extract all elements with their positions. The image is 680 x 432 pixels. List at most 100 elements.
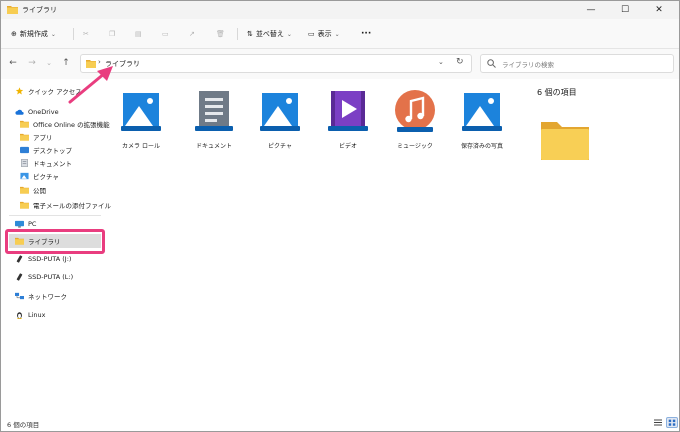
documents-library-icon [193, 89, 235, 135]
camera-roll-library-icon [120, 89, 162, 135]
copy-button[interactable]: ❐ [109, 26, 115, 42]
details-pane: 6 個の項目 [527, 79, 679, 415]
sidebar-item-label: ピクチャ [33, 173, 59, 181]
sidebar-item-documents[interactable]: ドキュメント [20, 156, 72, 170]
back-button[interactable]: ← [7, 57, 19, 69]
status-bar: 6 個の項目 [1, 415, 679, 431]
library-item-videos[interactable]: ビデオ [318, 89, 378, 150]
folder-icon [539, 118, 591, 164]
sidebar-item-label: OneDrive [28, 108, 59, 116]
share-button[interactable]: ↗ [189, 26, 195, 42]
network-icon [15, 292, 24, 300]
library-label: ミュージック [397, 143, 433, 150]
plus-circle-icon: ⊕ [11, 30, 17, 38]
address-history-dropdown[interactable]: ⌄ [438, 58, 444, 66]
sidebar-item-label: 電子メールの添付ファイル [33, 202, 111, 210]
search-icon [487, 59, 496, 68]
library-item-music[interactable]: ミュージック [385, 89, 445, 150]
sidebar-item-office-online[interactable]: Office Online の拡張機能 [20, 117, 110, 131]
copy-icon: ❐ [109, 30, 116, 38]
highlight-annotation [5, 229, 105, 254]
chevron-down-icon: ⌄ [334, 30, 340, 38]
star-icon [15, 87, 24, 95]
sidebar-item-network[interactable]: ネットワーク [15, 289, 67, 303]
sidebar-item-label: ドキュメント [33, 160, 72, 168]
library-item-pictures[interactable]: ピクチャ [250, 89, 310, 150]
document-icon [20, 159, 29, 167]
new-button-label: 新規作成 [19, 30, 48, 38]
breadcrumb-separator[interactable]: › [134, 58, 137, 66]
cloud-icon [15, 108, 24, 116]
toolbar-divider [237, 28, 238, 40]
scissors-icon: ✂ [83, 30, 89, 38]
share-icon: ↗ [189, 30, 195, 38]
folder-icon [20, 201, 29, 209]
sidebar-item-email-attachments[interactable]: 電子メールの添付ファイル [20, 198, 111, 212]
sidebar-item-drive-l[interactable]: SSD-PUTA (L:) [15, 270, 73, 284]
sidebar-item-label: 公開 [33, 187, 46, 195]
library-label: ビデオ [338, 143, 357, 150]
sidebar-item-label: Office Online の拡張機能 [33, 121, 110, 129]
close-button[interactable]: ✕ [642, 1, 676, 19]
forward-button[interactable]: → [26, 57, 38, 69]
pc-icon [15, 220, 24, 228]
library-item-saved-pictures[interactable]: 保存済みの写真 [452, 89, 512, 150]
details-view-button[interactable] [652, 417, 664, 428]
chevron-down-icon: ⌄ [286, 30, 292, 38]
arrow-annotation [68, 66, 113, 104]
chevron-down-icon: ⌄ [50, 30, 56, 38]
saved-pictures-library-icon [461, 89, 503, 135]
search-box[interactable]: ライブラリの検索 [480, 54, 674, 73]
sidebar-item-label: ネットワーク [28, 293, 67, 301]
address-bar[interactable]: › ライブラリ › ⌄ ↻ [80, 54, 472, 73]
sidebar-item-apps[interactable]: アプリ [20, 130, 53, 144]
videos-library-icon [327, 89, 369, 135]
sidebar-item-desktop[interactable]: デスクトップ [20, 143, 72, 157]
sidebar-item-label: PC [28, 220, 37, 228]
folder-icon [20, 186, 29, 194]
view-button[interactable]: ▭ 表示 ⌄ [308, 26, 340, 42]
title-bar: ライブラリ — ☐ ✕ [1, 1, 679, 19]
rename-icon: ▭ [162, 30, 169, 38]
library-item-documents[interactable]: ドキュメント [184, 89, 244, 150]
folder-icon [20, 120, 29, 128]
sidebar-item-label: アプリ [33, 134, 53, 142]
refresh-icon[interactable]: ↻ [456, 57, 464, 67]
sidebar-item-drive-j[interactable]: SSD-PUTA (J:) [15, 252, 71, 266]
usb-drive-icon [15, 273, 24, 281]
sidebar-item-linux[interactable]: Linux [15, 308, 46, 322]
view-button-label: 表示 [317, 30, 332, 38]
folder-icon [20, 133, 29, 141]
clipboard-icon: ▤ [135, 30, 142, 38]
sidebar-item-pictures[interactable]: ピクチャ [20, 169, 59, 183]
recent-locations-button[interactable]: ⌄ [43, 57, 55, 69]
sort-button[interactable]: ⇅ 並べ替え ⌄ [247, 26, 292, 42]
cut-button[interactable]: ✂ [83, 26, 89, 42]
minimize-button[interactable]: — [574, 1, 608, 19]
delete-button[interactable]: 🗑 [216, 26, 225, 42]
large-icons-view-button[interactable] [666, 417, 678, 428]
more-options-button[interactable]: ··· [361, 26, 371, 42]
library-label: 保存済みの写真 [460, 143, 503, 150]
file-explorer-window: ライブラリ — ☐ ✕ ⊕ 新規作成 ⌄ ✂ ❐ ▤ ▭ ↗ 🗑 ⇅ 並べ替え … [0, 0, 680, 432]
window-title: ライブラリ [22, 6, 57, 14]
linux-penguin-icon [15, 311, 24, 319]
paste-button[interactable]: ▤ [135, 26, 142, 42]
library-label: ドキュメント [195, 143, 232, 150]
sidebar-item-label: SSD-PUTA (L:) [28, 273, 74, 281]
rename-button[interactable]: ▭ [162, 26, 169, 42]
sidebar-divider [9, 215, 101, 216]
maximize-button[interactable]: ☐ [608, 1, 642, 19]
details-item-count: 6 個の項目 [537, 88, 577, 97]
desktop-icon [20, 146, 29, 154]
sort-button-label: 並べ替え [255, 30, 284, 38]
new-button[interactable]: ⊕ 新規作成 ⌄ [11, 26, 56, 42]
library-label: ピクチャ [268, 143, 292, 150]
search-placeholder: ライブラリの検索 [502, 61, 554, 69]
usb-drive-icon [15, 255, 24, 263]
sidebar-item-label: SSD-PUTA (J:) [28, 255, 72, 263]
sidebar-item-public[interactable]: 公開 [20, 183, 46, 197]
trash-icon: 🗑 [216, 30, 225, 38]
command-bar: ⊕ 新規作成 ⌄ ✂ ❐ ▤ ▭ ↗ 🗑 ⇅ 並べ替え ⌄ ▭ 表示 ⌄ ··· [1, 19, 679, 49]
picture-icon [20, 172, 29, 180]
